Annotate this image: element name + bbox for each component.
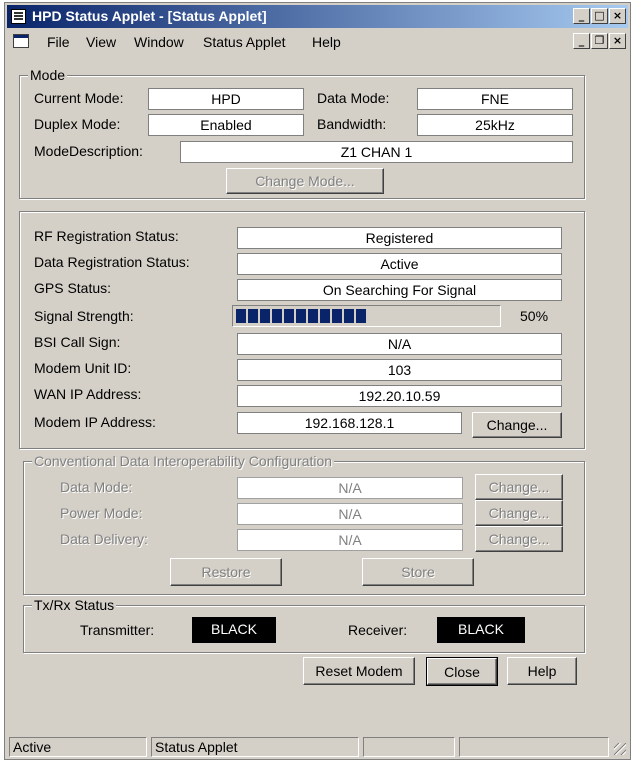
status-group: RF Registration Status: Registered Data …: [19, 211, 585, 449]
status-bar: Active Status Applet: [7, 737, 628, 757]
current-mode-label: Current Mode:: [34, 90, 124, 106]
status-pane-3: [363, 737, 455, 757]
wan-ip-label: WAN IP Address:: [34, 386, 142, 402]
menu-view[interactable]: View: [86, 34, 116, 50]
signal-segment: [332, 309, 342, 323]
modem-unit-id-field: 103: [237, 359, 562, 381]
bandwidth-field: 25kHz: [417, 114, 573, 136]
conv-data-mode-change-button[interactable]: Change...: [475, 474, 563, 500]
conv-power-mode-change-button[interactable]: Change...: [475, 500, 563, 526]
menu-bar: File View Window Status Applet Help _ ❐ …: [7, 30, 628, 52]
mdi-restore-icon[interactable]: ❐: [591, 33, 608, 49]
size-grip-icon[interactable]: [614, 743, 626, 755]
menu-window[interactable]: Window: [134, 34, 184, 50]
signal-segment: [248, 309, 258, 323]
conv-data-delivery-label: Data Delivery:: [60, 531, 148, 547]
help-button[interactable]: Help: [507, 657, 577, 685]
signal-segment: [260, 309, 270, 323]
mode-group: Mode Current Mode: HPD Data Mode: FNE Du…: [19, 67, 585, 199]
data-registration-label: Data Registration Status:: [34, 254, 190, 270]
txrx-group-title: Tx/Rx Status: [32, 597, 117, 613]
signal-segment: [308, 309, 318, 323]
change-modem-ip-button[interactable]: Change...: [472, 412, 562, 438]
receiver-status: BLACK: [437, 617, 525, 643]
conv-data-delivery-change-button[interactable]: Change...: [475, 526, 563, 552]
txrx-group: Tx/Rx Status Transmitter: BLACK Receiver…: [23, 597, 585, 653]
current-mode-field: HPD: [148, 88, 304, 110]
conv-data-mode-field: N/A: [237, 477, 463, 499]
rf-registration-field: Registered: [237, 227, 562, 249]
applet-window: HPD Status Applet - [Status Applet] _ □ …: [4, 2, 631, 760]
duplex-mode-label: Duplex Mode:: [34, 116, 121, 132]
signal-segment: [272, 309, 282, 323]
gps-status-label: GPS Status:: [34, 280, 112, 296]
data-mode-field: FNE: [417, 88, 573, 110]
menu-status-applet[interactable]: Status Applet: [203, 34, 286, 50]
signal-segment: [356, 309, 366, 323]
maximize-icon[interactable]: □: [591, 8, 608, 24]
signal-segment: [284, 309, 294, 323]
conv-data-mode-label: Data Mode:: [60, 479, 133, 495]
modem-ip-field: 192.168.128.1: [237, 412, 462, 434]
duplex-mode-field: Enabled: [148, 114, 304, 136]
signal-segment: [344, 309, 354, 323]
conv-power-mode-field: N/A: [237, 503, 463, 525]
reset-modem-button[interactable]: Reset Modem: [303, 657, 415, 685]
transmitter-status: BLACK: [192, 617, 276, 643]
gps-status-field: On Searching For Signal: [237, 279, 562, 301]
conventional-group-title: Conventional Data Interoperability Confi…: [32, 453, 335, 469]
title-bar[interactable]: HPD Status Applet - [Status Applet] _ □ …: [7, 5, 628, 28]
close-button[interactable]: Close: [426, 657, 498, 686]
bsi-call-sign-field: N/A: [237, 333, 562, 355]
close-icon[interactable]: ×: [609, 8, 626, 24]
signal-strength-fill: [236, 309, 366, 323]
menu-help[interactable]: Help: [312, 34, 341, 50]
window-title: HPD Status Applet - [Status Applet]: [32, 8, 267, 24]
change-mode-button[interactable]: Change Mode...: [226, 168, 384, 194]
signal-segment: [320, 309, 330, 323]
data-registration-field: Active: [237, 253, 562, 275]
app-icon[interactable]: [11, 9, 26, 24]
status-pane-state: Active: [9, 737, 147, 757]
conv-data-delivery-field: N/A: [237, 529, 463, 551]
restore-button[interactable]: Restore: [170, 558, 282, 586]
receiver-label: Receiver:: [348, 622, 408, 638]
data-mode-label: Data Mode:: [317, 90, 390, 106]
status-pane-applet: Status Applet: [151, 737, 359, 757]
conv-power-mode-label: Power Mode:: [60, 505, 143, 521]
signal-strength-label: Signal Strength:: [34, 308, 134, 324]
wan-ip-field: 192.20.10.59: [237, 385, 562, 407]
signal-strength-bar: [232, 305, 501, 327]
document-icon[interactable]: [13, 34, 29, 48]
modem-unit-id-label: Modem Unit ID:: [34, 360, 132, 376]
mdi-minimize-icon[interactable]: _: [573, 33, 590, 49]
status-pane-4: [459, 737, 609, 757]
mode-description-field: Z1 CHAN 1: [180, 141, 573, 163]
rf-registration-label: RF Registration Status:: [34, 228, 179, 244]
signal-segment: [296, 309, 306, 323]
bsi-call-sign-label: BSI Call Sign:: [34, 334, 121, 350]
transmitter-label: Transmitter:: [80, 622, 155, 638]
signal-strength-percent: 50%: [520, 308, 549, 324]
signal-segment: [236, 309, 246, 323]
bandwidth-label: Bandwidth:: [317, 116, 387, 132]
store-button[interactable]: Store: [362, 558, 474, 586]
mode-description-label: ModeDescription:: [34, 143, 143, 159]
minimize-icon[interactable]: _: [573, 8, 590, 24]
menu-file[interactable]: File: [47, 34, 70, 50]
mdi-close-icon[interactable]: ×: [609, 33, 626, 49]
modem-ip-label: Modem IP Address:: [34, 414, 156, 430]
conventional-group: Conventional Data Interoperability Confi…: [23, 453, 585, 595]
mode-group-title: Mode: [28, 67, 68, 83]
